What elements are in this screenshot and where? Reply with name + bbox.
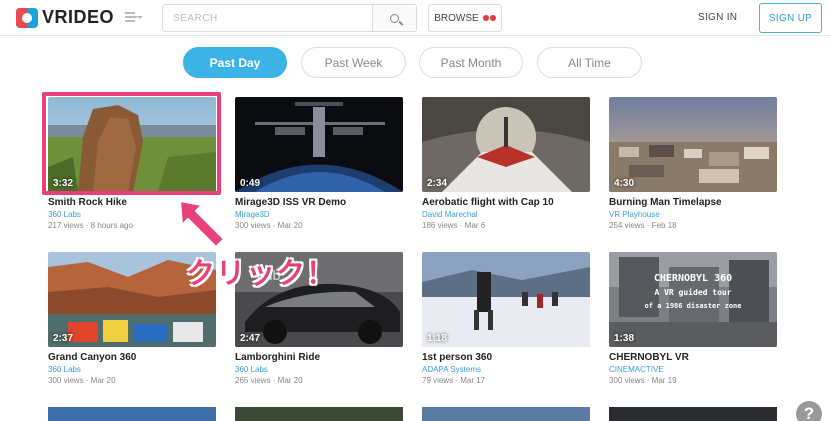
video-duration: 1:18 bbox=[427, 333, 448, 344]
video-duration: 2:47 bbox=[240, 333, 261, 344]
site-header: VRIDEO BROWSE SIGN IN SIGN UP bbox=[0, 0, 830, 36]
video-duration: 2:34 bbox=[427, 178, 448, 189]
annotation-arrow-icon bbox=[179, 200, 225, 248]
video-channel[interactable]: VR Playhouse bbox=[609, 210, 777, 219]
video-thumbnail-partial[interactable] bbox=[48, 407, 216, 421]
tab-past-month[interactable]: Past Month bbox=[419, 47, 523, 78]
video-card[interactable]: 0:49 Mirage3D ISS VR Demo Mirage3D 300 v… bbox=[235, 97, 403, 230]
video-duration: 0:49 bbox=[240, 178, 261, 189]
chernobyl-title-line2: A VR guided tour bbox=[654, 287, 731, 297]
help-button[interactable]: ? bbox=[796, 401, 822, 421]
logo-text: VRIDEO bbox=[42, 7, 115, 27]
video-thumbnail-partial[interactable] bbox=[609, 407, 777, 421]
video-channel[interactable]: David Marechal bbox=[422, 210, 590, 219]
video-meta: 79 views · Mar 17 bbox=[422, 376, 486, 385]
binoculars-icon bbox=[482, 15, 496, 21]
video-title[interactable]: 1st person 360 bbox=[422, 352, 590, 363]
logo[interactable]: VRIDEO bbox=[16, 7, 114, 28]
video-title[interactable]: Aerobatic flight with Cap 10 bbox=[422, 197, 590, 208]
sign-up-button[interactable]: SIGN UP bbox=[759, 3, 822, 33]
browse-button[interactable]: BROWSE bbox=[428, 4, 502, 32]
video-title[interactable]: Lamborghini Ride bbox=[235, 352, 403, 363]
video-card[interactable]: 2:34 Aerobatic flight with Cap 10 David … bbox=[422, 97, 590, 230]
tab-all-time[interactable]: All Time bbox=[537, 47, 642, 78]
video-channel[interactable]: 360 Labs bbox=[48, 365, 216, 374]
chernobyl-title-line1: CHERNOBYL 360 bbox=[654, 273, 732, 284]
search-button[interactable] bbox=[372, 5, 416, 31]
video-meta: 300 views · Mar 19 bbox=[609, 376, 677, 385]
video-channel[interactable]: ADAPA Systems bbox=[422, 365, 590, 374]
video-meta: 300 views · Mar 20 bbox=[48, 376, 116, 385]
video-thumbnail[interactable]: 2:34 bbox=[422, 97, 590, 192]
video-meta: 265 views · Mar 20 bbox=[235, 376, 303, 385]
search-icon bbox=[390, 13, 399, 23]
logo-icon bbox=[16, 7, 38, 28]
tab-past-day[interactable]: Past Day bbox=[183, 47, 287, 78]
video-title[interactable]: Mirage3D ISS VR Demo bbox=[235, 197, 403, 208]
video-card[interactable]: 1:18 1st person 360 ADAPA Systems 79 vie… bbox=[422, 252, 590, 385]
tab-past-week[interactable]: Past Week bbox=[301, 47, 406, 78]
video-thumbnail[interactable]: 4:30 bbox=[609, 97, 777, 192]
chevron-down-icon bbox=[137, 15, 143, 19]
chernobyl-title-line3: of a 1986 disaster zone bbox=[645, 302, 742, 310]
video-thumbnail[interactable]: 0:49 bbox=[235, 97, 403, 192]
video-channel[interactable]: CINEMACTIVE bbox=[609, 365, 777, 374]
search-input[interactable] bbox=[163, 5, 372, 31]
video-thumbnail[interactable]: 3:32 bbox=[48, 97, 216, 192]
video-thumbnail-partial[interactable] bbox=[235, 407, 403, 421]
search-bar bbox=[162, 4, 417, 32]
video-duration: 1:38 bbox=[614, 333, 635, 344]
video-title[interactable]: Grand Canyon 360 bbox=[48, 352, 216, 363]
video-channel[interactable]: 360 Labs bbox=[235, 365, 403, 374]
video-duration: 4:30 bbox=[614, 178, 635, 189]
video-meta: 186 views · Mar 6 bbox=[422, 221, 486, 230]
menu-icon[interactable] bbox=[125, 10, 143, 24]
video-card[interactable]: 4:30 Burning Man Timelapse VR Playhouse … bbox=[609, 97, 777, 230]
video-thumbnail[interactable]: 1:18 bbox=[422, 252, 590, 347]
video-thumbnail-partial[interactable] bbox=[422, 407, 590, 421]
click-annotation: クリック！ bbox=[186, 256, 337, 290]
video-channel[interactable]: Mirage3D bbox=[235, 210, 403, 219]
browse-label: BROWSE bbox=[434, 12, 479, 24]
video-card[interactable]: CHERNOBYL 360 A VR guided tour of a 1986… bbox=[609, 252, 777, 385]
video-title[interactable]: CHERNOBYL VR bbox=[609, 352, 777, 363]
video-thumbnail[interactable]: CHERNOBYL 360 A VR guided tour of a 1986… bbox=[609, 252, 777, 347]
video-duration: 3:32 bbox=[53, 178, 74, 189]
video-meta: 254 views · Feb 18 bbox=[609, 221, 677, 230]
video-title[interactable]: Burning Man Timelapse bbox=[609, 197, 777, 208]
video-duration: 2:37 bbox=[53, 333, 74, 344]
sign-in-link[interactable]: SIGN IN bbox=[698, 12, 737, 23]
video-meta: 300 views · Mar 20 bbox=[235, 221, 303, 230]
